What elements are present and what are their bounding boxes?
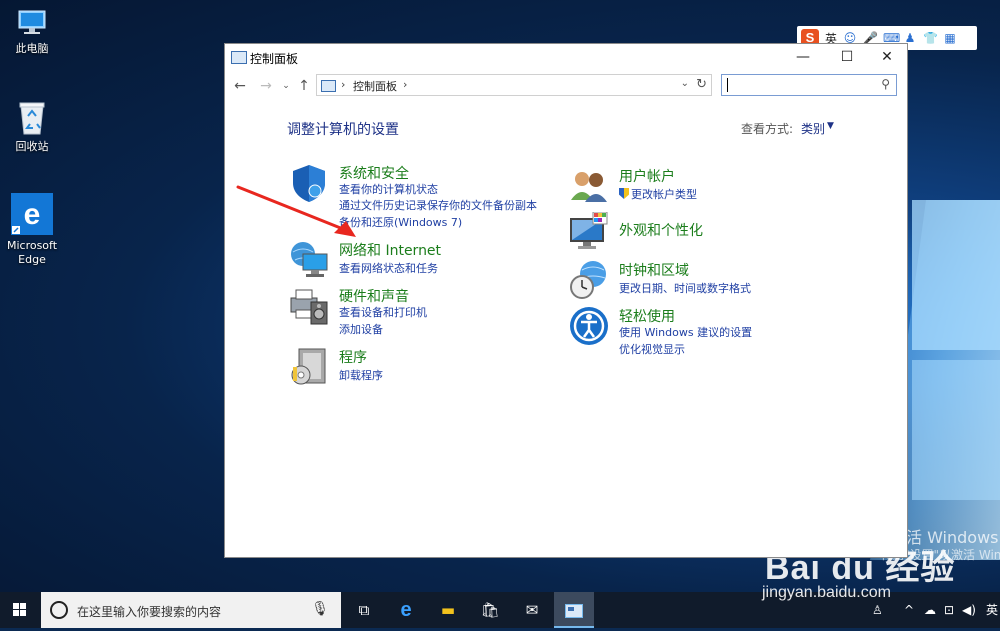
taskbar-search-box[interactable]: 在这里输入你要搜索的内容 🎙: [41, 592, 341, 628]
control-panel-icon: [565, 603, 583, 618]
recycle-bin-icon: [19, 102, 45, 135]
ease-of-access-icon: [570, 307, 608, 345]
view-by-label: 查看方式:: [741, 122, 794, 136]
volume-icon[interactable]: ◀): [962, 592, 976, 628]
svg-text:e: e: [24, 198, 41, 231]
window-title: 控制面板: [250, 52, 299, 66]
refresh-icon[interactable]: ↻: [696, 77, 707, 92]
grid-icon[interactable]: ▦: [943, 31, 957, 45]
taskbar-search-placeholder: 在这里输入你要搜索的内容: [77, 605, 222, 619]
shirt-icon[interactable]: 👕: [923, 31, 938, 45]
clock-globe-icon: [570, 261, 606, 299]
category-link-text[interactable]: 更改帐户类型: [631, 188, 697, 201]
category-link-admin[interactable]: 更改帐户类型: [619, 186, 697, 202]
control-panel-taskbar-icon[interactable]: [554, 592, 594, 628]
desktop-icon-label: 此电脑: [15, 42, 49, 55]
recent-locations-icon[interactable]: ⌄: [277, 76, 295, 96]
mail-icon[interactable]: ✉: [512, 592, 552, 628]
category-title[interactable]: 轻松使用: [619, 306, 675, 326]
category-title[interactable]: 硬件和声音: [339, 286, 409, 306]
back-arrow-icon[interactable]: ←: [231, 76, 249, 96]
view-by-dropdown[interactable]: 类别: [801, 120, 825, 137]
tray-expand-icon[interactable]: ^: [904, 592, 914, 628]
network-globe-icon: [291, 242, 328, 277]
desktop-icon-this-pc[interactable]: 此电脑: [0, 8, 64, 56]
category-title[interactable]: 系统和安全: [339, 163, 409, 183]
edge-icon: e: [11, 193, 53, 235]
file-explorer-icon[interactable]: ▬: [428, 592, 468, 628]
breadcrumb-chevron-icon[interactable]: ›: [403, 78, 407, 91]
page-title: 调整计算机的设置: [287, 122, 399, 138]
control-panel-icon: [321, 80, 336, 92]
up-arrow-icon[interactable]: ↑: [295, 76, 313, 96]
task-view-icon[interactable]: ⧉: [344, 592, 384, 628]
desktop-icon-edge[interactable]: e Microsoft Edge: [0, 193, 64, 267]
search-icon[interactable]: ⚲: [881, 77, 890, 91]
category-title[interactable]: 程序: [339, 347, 367, 367]
control-panel-icon: [231, 51, 247, 64]
category-title[interactable]: 时钟和区域: [619, 260, 689, 280]
forward-arrow-icon[interactable]: →: [257, 76, 275, 96]
users-icon: [571, 172, 607, 202]
category-link[interactable]: 查看设备和打印机: [339, 304, 427, 320]
breadcrumb-control-panel[interactable]: 控制面板: [353, 78, 397, 94]
edge-taskbar-icon[interactable]: e: [386, 592, 426, 628]
breadcrumb-chevron-icon[interactable]: ›: [341, 78, 345, 91]
annotation-arrow: [236, 185, 356, 237]
search-input[interactable]: ⚲: [721, 74, 897, 96]
start-button[interactable]: [0, 592, 40, 628]
category-link[interactable]: 更改日期、时间或数字格式: [619, 280, 751, 296]
address-dropdown-icon[interactable]: ⌄: [681, 78, 689, 89]
address-row: ← → ⌄ ↑ › 控制面板 › ⌄ ↻ ⚲: [225, 74, 907, 98]
desktop-icon-label: Microsoft Edge: [6, 239, 58, 266]
baidu-watermark-url: jingyan.baidu.com: [762, 584, 891, 601]
control-panel-window: 控制面板 — ☐ ✕ ← → ⌄ ↑ › 控制面板 › ⌄ ↻ ⚲ 调整计算机的…: [224, 43, 908, 558]
close-button[interactable]: ✕: [867, 44, 907, 70]
desktop-icon-recycle-bin[interactable]: 回收站: [0, 100, 64, 154]
category-link[interactable]: 查看网络状态和任务: [339, 260, 438, 276]
windows-logo-icon: [13, 603, 26, 616]
category-title[interactable]: 用户帐户: [619, 166, 675, 186]
onedrive-icon[interactable]: ☁: [924, 592, 936, 628]
programs-icon: [291, 348, 326, 385]
monitor-palette-icon: [570, 212, 608, 249]
cortana-icon[interactable]: [50, 601, 68, 619]
computer-icon: [18, 10, 46, 34]
uac-shield-icon: [619, 188, 629, 199]
category-title[interactable]: 外观和个性化: [619, 220, 703, 240]
network-icon[interactable]: ⊡: [944, 592, 954, 628]
category-link[interactable]: 优化视觉显示: [619, 341, 685, 357]
title-bar[interactable]: 控制面板 — ☐ ✕: [225, 44, 907, 72]
microphone-icon[interactable]: 🎙: [311, 601, 329, 617]
store-icon[interactable]: 🛍: [470, 592, 510, 628]
text-caret: [727, 78, 728, 92]
category-link[interactable]: 通过文件历史记录保存你的文件备份副本: [339, 197, 537, 213]
category-link[interactable]: 添加设备: [339, 321, 383, 337]
input-language[interactable]: 英: [986, 592, 998, 628]
category-link[interactable]: 卸载程序: [339, 367, 383, 383]
taskbar: 在这里输入你要搜索的内容 🎙 ⧉ e ▬ 🛍 ✉ ♙ ^ ☁ ⊡ ◀) 英 ji…: [0, 584, 1000, 628]
minimize-button[interactable]: —: [783, 44, 823, 70]
wallpaper-logo-pane: [912, 200, 1000, 350]
printer-speaker-icon: [290, 289, 328, 325]
maximize-button[interactable]: ☐: [827, 44, 867, 70]
category-link[interactable]: 使用 Windows 建议的设置: [619, 324, 752, 340]
wallpaper-logo-pane: [912, 360, 1000, 500]
chevron-down-icon[interactable]: ▼: [827, 121, 834, 131]
desktop-icon-label: 回收站: [15, 140, 49, 153]
address-bar[interactable]: › 控制面板 › ⌄ ↻: [316, 74, 712, 96]
